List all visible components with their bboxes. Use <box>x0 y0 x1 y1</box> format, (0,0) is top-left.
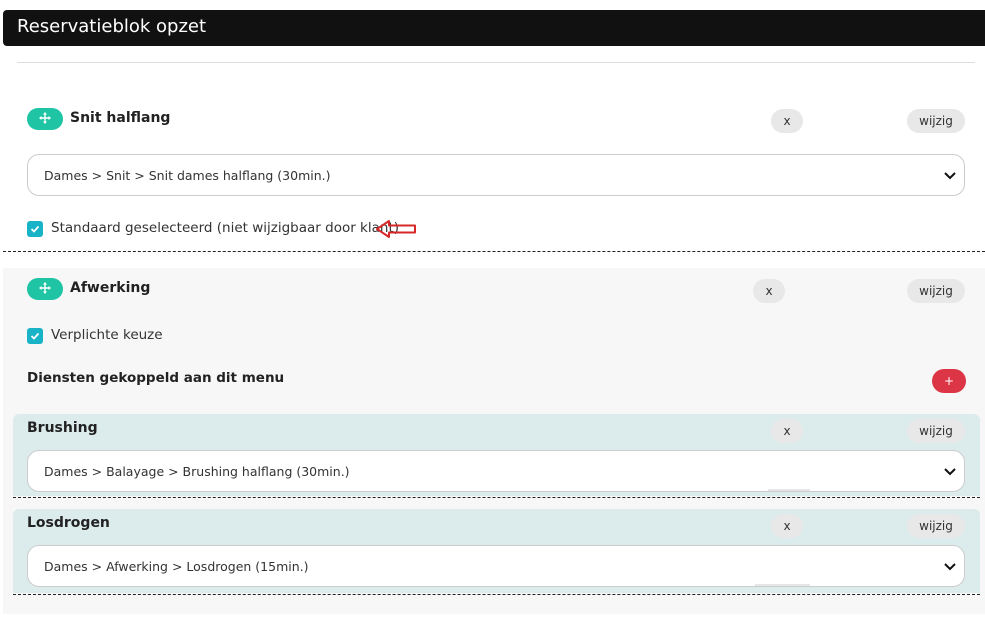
remove-service-button[interactable]: x <box>771 514 803 538</box>
select-value: Dames > Snit > Snit dames halflang (30mi… <box>44 167 331 183</box>
service-title: Brushing <box>27 420 98 436</box>
required-choice-label: Verplichte keuze <box>51 327 163 343</box>
edit-block-button[interactable]: wijzig <box>907 279 965 303</box>
service-title: Losdrogen <box>27 515 110 531</box>
service-select[interactable]: Dames > Snit > Snit dames halflang (30mi… <box>27 154 965 196</box>
linked-services-heading: Diensten gekoppeld aan dit menu <box>27 370 285 386</box>
check-icon <box>30 332 40 340</box>
drag-handle-button[interactable] <box>27 108 63 130</box>
divider <box>768 489 810 491</box>
arrow-left-icon <box>376 220 416 238</box>
block-separator <box>3 251 985 252</box>
block-title: Afwerking <box>70 280 151 296</box>
drag-handle-button[interactable] <box>27 278 63 300</box>
divider <box>17 62 975 63</box>
service-separator <box>13 594 980 595</box>
service-select[interactable]: Dames > Balayage > Brushing halflang (30… <box>27 450 965 492</box>
chevron-down-icon <box>942 167 958 183</box>
edit-block-button[interactable]: wijzig <box>907 109 965 133</box>
add-service-button[interactable]: + <box>932 369 966 393</box>
divider <box>755 584 810 586</box>
default-selected-label: Standaard geselecteerd (niet wijzigbaar … <box>51 220 400 236</box>
select-value: Dames > Balayage > Brushing halflang (30… <box>44 463 350 479</box>
remove-block-button[interactable]: x <box>753 279 785 303</box>
move-icon <box>39 281 51 297</box>
service-select[interactable]: Dames > Afwerking > Losdrogen (15min.) <box>27 545 965 587</box>
page-header: Reservatieblok opzet <box>3 10 985 46</box>
check-icon <box>30 225 40 233</box>
move-icon <box>39 111 51 127</box>
required-choice-checkbox[interactable] <box>27 328 43 344</box>
chevron-down-icon <box>942 463 958 479</box>
chevron-down-icon <box>942 558 958 574</box>
block-title: Snit halflang <box>70 110 171 126</box>
page-title: Reservatieblok opzet <box>17 16 207 37</box>
edit-service-button[interactable]: wijzig <box>907 514 965 538</box>
service-separator <box>13 497 980 498</box>
edit-service-button[interactable]: wijzig <box>907 419 965 443</box>
remove-block-button[interactable]: x <box>771 109 803 133</box>
select-value: Dames > Afwerking > Losdrogen (15min.) <box>44 558 309 574</box>
default-selected-checkbox[interactable] <box>27 221 43 237</box>
remove-service-button[interactable]: x <box>771 419 803 443</box>
